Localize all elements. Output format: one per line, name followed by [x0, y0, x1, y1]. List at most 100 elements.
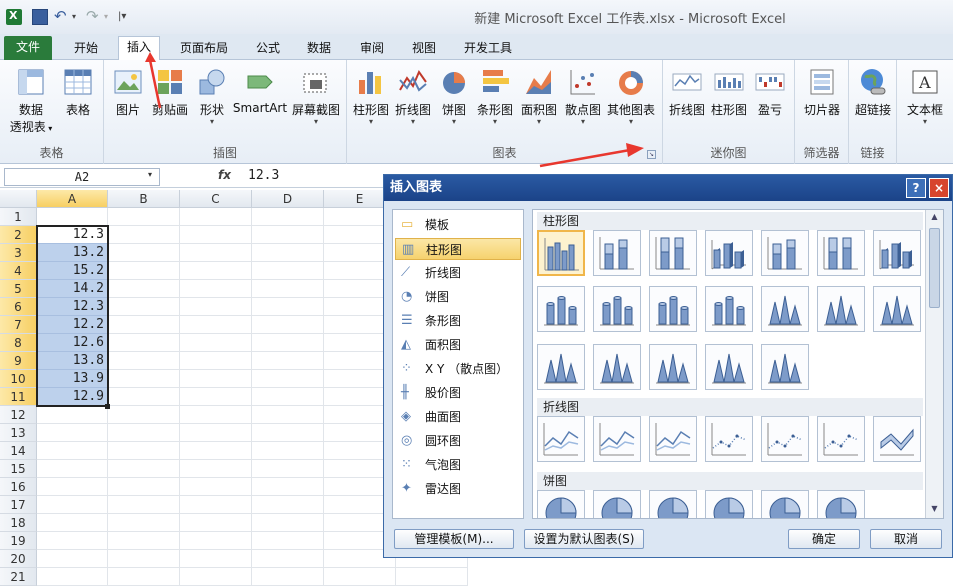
chart-thumb-line[interactable]	[817, 416, 865, 462]
cell[interactable]	[108, 316, 180, 334]
cell[interactable]	[180, 550, 252, 568]
cell[interactable]: 12.2	[37, 316, 108, 334]
undo-icon[interactable]: ↶	[54, 9, 70, 25]
cell[interactable]	[252, 568, 324, 586]
chart-thumb-pie[interactable]	[537, 490, 585, 518]
chart-category-item[interactable]: ◭ 面积图	[395, 334, 521, 356]
chart-thumb-column[interactable]	[817, 286, 865, 332]
cell[interactable]: 13.8	[37, 352, 108, 370]
chart-thumb-column[interactable]	[705, 344, 753, 390]
cell[interactable]	[252, 514, 324, 532]
cell[interactable]	[37, 208, 108, 226]
chart-category-item[interactable]: ▭ 模板	[395, 214, 521, 236]
chart-thumb-column[interactable]	[705, 286, 753, 332]
chart-thumb-column[interactable]	[873, 230, 921, 276]
ok-button[interactable]: 确定	[788, 529, 860, 549]
chart-thumb-column[interactable]	[761, 286, 809, 332]
screenshot-button[interactable]: 屏幕截图 ▾	[290, 64, 342, 126]
manage-templates-button[interactable]: 管理模板(M)...	[394, 529, 514, 549]
chart-category-item[interactable]: ⁙ 气泡图	[395, 454, 521, 476]
cell[interactable]: 12.6	[37, 334, 108, 352]
tab-developer[interactable]: 开发工具	[456, 38, 520, 60]
slicer-button[interactable]: 切片器	[799, 64, 845, 118]
cell[interactable]: 14.2	[37, 280, 108, 298]
cell[interactable]	[180, 226, 252, 244]
row-header[interactable]: 7	[0, 316, 37, 334]
cell[interactable]	[108, 226, 180, 244]
cell[interactable]	[252, 460, 324, 478]
chart-thumb-line[interactable]	[537, 416, 585, 462]
scatter-chart-button[interactable]: 散点图 ▾	[563, 64, 603, 126]
chart-thumb-line[interactable]	[593, 416, 641, 462]
close-button[interactable]: ×	[929, 178, 949, 198]
row-header[interactable]: 4	[0, 262, 37, 280]
cell[interactable]	[108, 244, 180, 262]
chart-thumb-line[interactable]	[873, 416, 921, 462]
cell[interactable]	[252, 298, 324, 316]
cell[interactable]	[108, 370, 180, 388]
chart-category-item[interactable]: ▥ 柱形图	[395, 238, 521, 260]
active-cell[interactable]: 12.3	[37, 226, 108, 244]
row-header[interactable]: 5	[0, 280, 37, 298]
hyperlink-button[interactable]: 超链接	[851, 64, 895, 118]
tab-home[interactable]: 开始	[66, 38, 106, 60]
cell[interactable]	[108, 280, 180, 298]
cell[interactable]	[252, 532, 324, 550]
redo-icon[interactable]: ↷	[86, 9, 102, 25]
cell[interactable]	[252, 244, 324, 262]
cell[interactable]	[252, 280, 324, 298]
cell[interactable]	[324, 568, 396, 586]
set-default-chart-button[interactable]: 设置为默认图表(S)	[524, 529, 644, 549]
column-header[interactable]: B	[108, 190, 180, 208]
chart-thumb-pie[interactable]	[593, 490, 641, 518]
cell[interactable]	[252, 226, 324, 244]
chart-thumb-column[interactable]	[705, 230, 753, 276]
insert-function-icon[interactable]: fx	[218, 168, 231, 182]
cell[interactable]: 15.2	[37, 262, 108, 280]
cell[interactable]	[180, 568, 252, 586]
cell[interactable]	[180, 334, 252, 352]
row-header[interactable]: 11	[0, 388, 37, 406]
name-box[interactable]: A2	[4, 168, 160, 186]
cell[interactable]	[108, 262, 180, 280]
cell[interactable]	[108, 298, 180, 316]
cell[interactable]: 12.3	[37, 298, 108, 316]
row-header[interactable]: 18	[0, 514, 37, 532]
tab-page-layout[interactable]: 页面布局	[172, 38, 236, 60]
cell[interactable]	[108, 460, 180, 478]
cell[interactable]	[252, 550, 324, 568]
sparkline-winloss-button[interactable]: 盈亏	[753, 64, 787, 118]
cell[interactable]	[180, 388, 252, 406]
chart-thumb-pie[interactable]	[761, 490, 809, 518]
cell[interactable]: 13.2	[37, 244, 108, 262]
row-header[interactable]: 17	[0, 496, 37, 514]
cell[interactable]	[180, 496, 252, 514]
cell[interactable]	[252, 442, 324, 460]
row-header[interactable]: 12	[0, 406, 37, 424]
cell[interactable]	[108, 208, 180, 226]
cell[interactable]	[37, 442, 108, 460]
cell[interactable]	[252, 334, 324, 352]
tab-insert[interactable]: 插入	[118, 36, 161, 61]
chart-thumb-column[interactable]	[761, 230, 809, 276]
cell[interactable]	[108, 352, 180, 370]
cell[interactable]	[252, 352, 324, 370]
tab-data[interactable]: 数据	[299, 38, 339, 60]
chart-category-item[interactable]: ☰ 条形图	[395, 310, 521, 332]
cell[interactable]	[180, 406, 252, 424]
row-header[interactable]: 9	[0, 352, 37, 370]
cell[interactable]	[252, 424, 324, 442]
chart-thumb-pie[interactable]	[817, 490, 865, 518]
pivot-table-button[interactable]: 数据 透视表 ▾	[6, 64, 56, 135]
cell[interactable]	[108, 334, 180, 352]
row-header[interactable]: 8	[0, 334, 37, 352]
cell[interactable]	[180, 208, 252, 226]
chart-thumb-line[interactable]	[649, 416, 697, 462]
cell[interactable]	[180, 370, 252, 388]
cell[interactable]	[180, 532, 252, 550]
chart-thumb-column[interactable]	[593, 230, 641, 276]
cell[interactable]	[108, 424, 180, 442]
row-header[interactable]: 14	[0, 442, 37, 460]
cell[interactable]	[37, 496, 108, 514]
cell[interactable]	[180, 478, 252, 496]
